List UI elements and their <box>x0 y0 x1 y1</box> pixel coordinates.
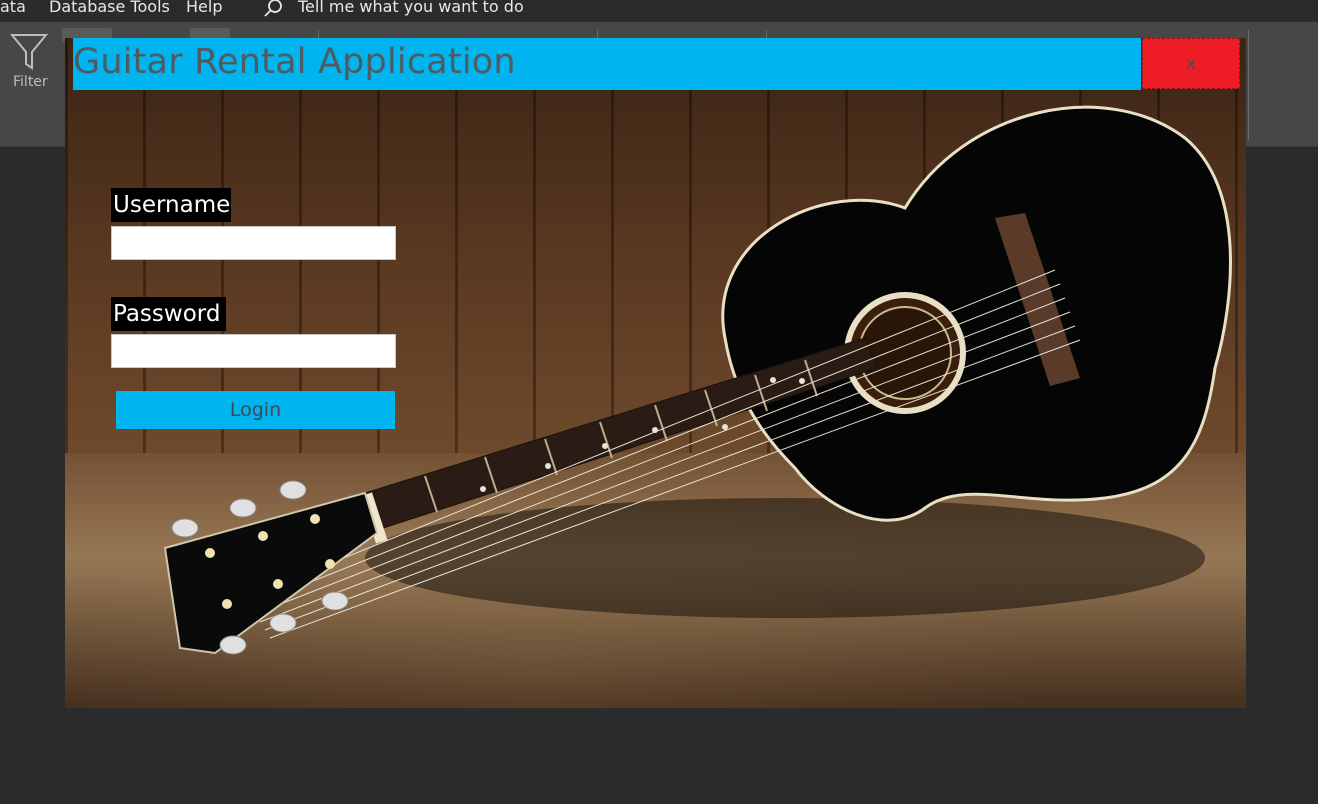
menu-item-database-tools[interactable]: Database Tools <box>49 0 170 16</box>
password-field[interactable] <box>111 334 396 368</box>
password-label: Password <box>111 297 226 331</box>
menu-item-data[interactable]: ata <box>0 0 26 16</box>
title-bar: Guitar Rental Application <box>73 38 1141 90</box>
username-label: Username <box>111 188 231 222</box>
close-button[interactable]: x <box>1142 38 1240 89</box>
search-icon[interactable] <box>262 0 284 18</box>
username-field[interactable] <box>111 226 396 260</box>
page-title: Guitar Rental Application <box>73 42 516 82</box>
menu-item-help[interactable]: Help <box>186 0 222 16</box>
filter-icon[interactable] <box>10 32 48 72</box>
guitar-image <box>163 105 1232 655</box>
filter-label: Filter <box>13 74 48 90</box>
ribbon-separator <box>1248 30 1249 140</box>
login-form: Guitar Rental Application x Username Pas… <box>65 38 1246 708</box>
tell-me-search[interactable]: Tell me what you want to do <box>298 0 524 16</box>
login-button[interactable]: Login <box>116 391 395 429</box>
menu-bar: ata Database Tools Help Tell me what you… <box>0 0 1318 22</box>
